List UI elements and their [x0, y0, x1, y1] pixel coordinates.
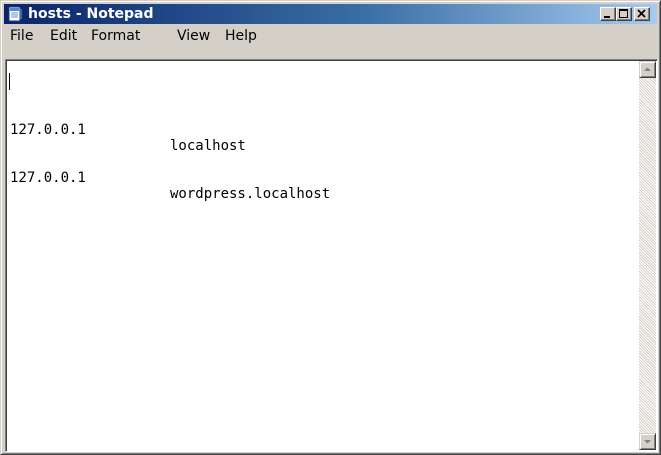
text-line: 127.0.0.1 wordpress.localhost [10, 154, 630, 202]
maximize-icon [619, 9, 628, 18]
text-line: 127.0.0.1 localhost [10, 106, 630, 154]
hostname: wordpress.localhost [170, 186, 331, 202]
scroll-down-button[interactable] [639, 433, 656, 450]
text-editor[interactable]: 127.0.0.1 localhost 127.0.0.1 wordpress.… [5, 59, 658, 452]
hostname: localhost [170, 138, 246, 154]
menu-bar: File Edit Format View Help [4, 25, 657, 45]
ip-address: 127.0.0.1 [10, 122, 86, 138]
vertical-scrollbar[interactable] [639, 61, 656, 450]
arrow-up-icon [644, 67, 651, 71]
close-icon [637, 9, 646, 18]
scroll-up-button[interactable] [639, 61, 656, 78]
notepad-window: hosts - Notepad File Edit Format View He… [0, 0, 661, 455]
notepad-icon[interactable] [8, 6, 23, 22]
menu-file[interactable]: File [10, 28, 33, 44]
ip-address: 127.0.0.1 [10, 170, 86, 186]
menu-help[interactable]: Help [225, 28, 257, 44]
minimize-icon [604, 16, 610, 18]
text-caret [9, 73, 10, 90]
arrow-down-icon [644, 440, 651, 444]
menu-view[interactable]: View [177, 28, 210, 44]
title-bar[interactable]: hosts - Notepad [4, 4, 657, 24]
close-button[interactable] [634, 7, 650, 21]
window-title: hosts - Notepad [28, 6, 154, 22]
menu-format[interactable]: Format [91, 28, 140, 44]
minimize-button[interactable] [600, 7, 616, 21]
maximize-button[interactable] [616, 7, 632, 21]
menu-edit[interactable]: Edit [50, 28, 77, 44]
document-text[interactable]: 127.0.0.1 localhost 127.0.0.1 wordpress.… [10, 74, 630, 444]
